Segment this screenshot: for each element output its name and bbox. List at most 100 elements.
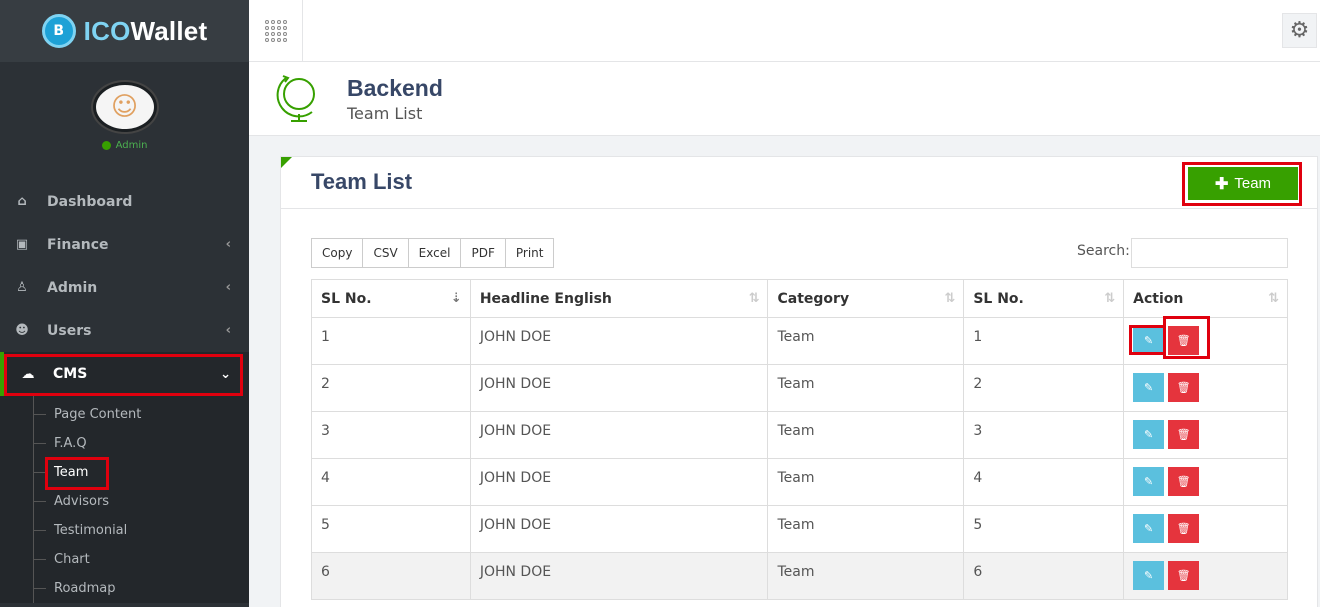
search-input[interactable]: [1131, 238, 1288, 268]
edit-button[interactable]: ✎: [1133, 326, 1165, 355]
table-cell: 2: [963, 364, 1125, 412]
pencil-icon: ✎: [1144, 428, 1154, 441]
action-cell: ✎ 🗑: [1123, 317, 1288, 365]
chevron-left-icon: ‹: [225, 323, 231, 338]
sidebar-item-label: Users: [47, 322, 92, 339]
trash-icon: 🗑: [1176, 381, 1191, 394]
brand-logo[interactable]: B ICOWallet: [0, 0, 249, 62]
panel-header: Team List ✚ Team: [281, 157, 1317, 209]
table-cell: 4: [311, 458, 471, 506]
table-cell: Team: [767, 505, 965, 553]
sidebar-item-label: Dashboard: [47, 193, 133, 210]
table-cell: JOHN DOE: [469, 317, 769, 365]
pencil-icon: ✎: [1144, 381, 1154, 394]
pencil-icon: ✎: [1144, 569, 1154, 582]
sidebar-menu: ⌂ Dashboard ▣ Finance ‹ ♙ Admin ‹ ☻ User…: [0, 180, 249, 603]
brand-prefix: ICO: [83, 15, 131, 46]
column-label: Headline English: [479, 290, 612, 307]
table-cell: JOHN DOE: [469, 458, 769, 506]
avatar[interactable]: ☺: [92, 82, 157, 132]
pdf-button[interactable]: PDF: [460, 238, 506, 268]
delete-button[interactable]: 🗑: [1168, 420, 1200, 449]
delete-button[interactable]: 🗑: [1168, 467, 1200, 496]
table-cell: 5: [311, 505, 471, 553]
submenu-item-team[interactable]: Team: [0, 458, 249, 487]
submenu-item-label: Page Content: [54, 407, 142, 422]
submenu-item-page-content[interactable]: Page Content: [0, 400, 249, 429]
submenu-item-chart[interactable]: Chart: [0, 545, 249, 574]
online-dot-icon: [101, 141, 111, 150]
gear-icon: ⚙: [1289, 18, 1310, 43]
table-row: 4 JOHN DOE Team 4 ✎ 🗑: [311, 458, 1288, 506]
sidebar-item-label: CMS: [53, 366, 88, 382]
search-label: Search:: [1077, 243, 1130, 259]
table-cell: Team: [767, 552, 965, 600]
user-role-label: Admin: [115, 140, 148, 151]
team-list-panel: Team List ✚ Team Copy CSV Excel PDF Prin…: [280, 156, 1318, 607]
submenu-item-advisors[interactable]: Advisors: [0, 487, 249, 516]
delete-button[interactable]: 🗑: [1168, 561, 1200, 590]
table-cell: 6: [311, 552, 471, 600]
sidebar-item-dashboard[interactable]: ⌂ Dashboard: [0, 180, 249, 223]
table-row: 2 JOHN DOE Team 2 ✎ 🗑: [311, 364, 1288, 412]
column-header-action[interactable]: Action ⇅: [1123, 279, 1288, 318]
submenu-item-testimonial[interactable]: Testimonial: [0, 516, 249, 545]
column-label: SL No.: [321, 290, 372, 307]
sort-icon: ⇅: [748, 291, 760, 306]
money-icon: ▣: [15, 237, 29, 252]
table-cell: Team: [767, 317, 965, 365]
table-cell: 3: [963, 411, 1125, 459]
edit-button[interactable]: ✎: [1133, 373, 1165, 402]
submenu-item-label: Roadmap: [54, 581, 116, 596]
submenu-item-roadmap[interactable]: Roadmap: [0, 574, 249, 603]
add-team-button[interactable]: ✚ Team: [1188, 167, 1298, 200]
top-navbar: ⚙: [249, 0, 1320, 62]
column-header-sl-no[interactable]: SL No. ⇣: [311, 279, 471, 318]
sidebar-item-finance[interactable]: ▣ Finance ‹: [0, 223, 249, 266]
user-status: Admin: [101, 140, 148, 151]
edit-button[interactable]: ✎: [1133, 467, 1165, 496]
action-cell: ✎ 🗑: [1123, 505, 1288, 553]
csv-button[interactable]: CSV: [362, 238, 409, 268]
submenu-item-label: F.A.Q: [54, 436, 87, 451]
column-header-sl-no-2[interactable]: SL No. ⇅: [963, 279, 1125, 318]
sidebar-item-users[interactable]: ☻ Users ‹: [0, 309, 249, 352]
delete-button[interactable]: 🗑: [1168, 326, 1200, 355]
coin-logo-icon: B: [41, 14, 76, 48]
excel-button[interactable]: Excel: [407, 238, 462, 268]
submenu-item-label: Advisors: [54, 494, 110, 509]
table-cell: Team: [767, 364, 965, 412]
column-header-headline[interactable]: Headline English ⇅: [469, 279, 769, 318]
brand-name: ICOWallet: [84, 16, 208, 47]
grid-dots-icon: [264, 19, 287, 42]
print-button[interactable]: Print: [504, 238, 555, 268]
column-header-category[interactable]: Category ⇅: [767, 279, 965, 318]
delete-button[interactable]: 🗑: [1168, 373, 1200, 402]
sidebar: B ICOWallet ☺ Admin ⌂ Dashboard ▣ Financ…: [0, 0, 249, 607]
table-cell: 6: [963, 552, 1125, 600]
delete-button[interactable]: 🗑: [1168, 514, 1200, 543]
export-buttons: Copy CSV Excel PDF Print: [311, 238, 555, 268]
submenu-item-label: Testimonial: [54, 523, 128, 538]
settings-button[interactable]: ⚙: [1282, 13, 1317, 48]
chevron-down-icon: ⌄: [220, 366, 231, 382]
apps-menu-button[interactable]: [249, 0, 303, 61]
sort-icon: ⇅: [944, 291, 956, 306]
edit-button[interactable]: ✎: [1133, 420, 1165, 449]
table-cell: JOHN DOE: [469, 552, 769, 600]
edit-button[interactable]: ✎: [1133, 561, 1165, 590]
table-row: 6 JOHN DOE Team 6 ✎ 🗑: [311, 552, 1288, 600]
trash-icon: 🗑: [1176, 334, 1191, 347]
submenu-item-label: Chart: [54, 552, 90, 567]
copy-button[interactable]: Copy: [311, 238, 364, 268]
column-label: SL No.: [973, 290, 1024, 307]
sidebar-item-cms[interactable]: ☁ CMS ⌄: [0, 352, 249, 396]
chevron-left-icon: ‹: [225, 280, 231, 295]
table-cell: JOHN DOE: [469, 411, 769, 459]
edit-button[interactable]: ✎: [1133, 514, 1165, 543]
trash-icon: 🗑: [1176, 475, 1191, 488]
sidebar-item-admin[interactable]: ♙ Admin ‹: [0, 266, 249, 309]
globe-icon: [276, 75, 315, 122]
pencil-icon: ✎: [1144, 522, 1154, 535]
submenu-item-faq[interactable]: F.A.Q: [0, 429, 249, 458]
